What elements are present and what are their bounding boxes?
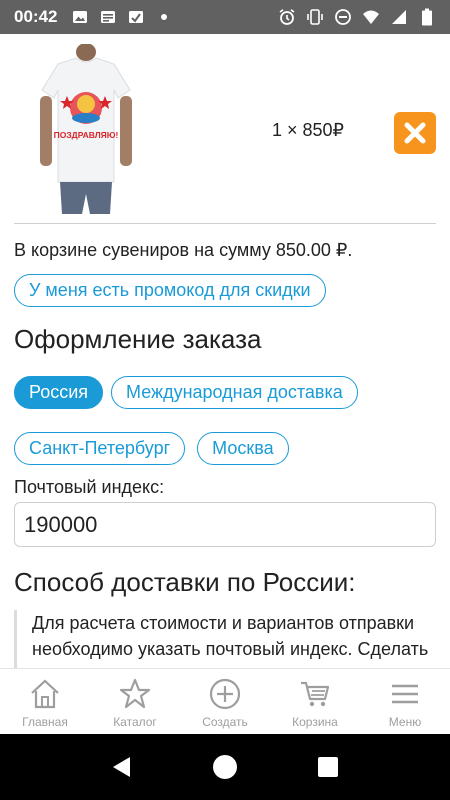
remove-item-button[interactable] [394, 112, 436, 154]
order-title: Оформление заказа [14, 324, 262, 354]
recents-square-icon [318, 757, 339, 777]
main-content[interactable]: ПОЗДРАВЛЯЮ! 1 × 850₽ В корзине сувениров… [0, 34, 450, 668]
checkbox-icon [127, 8, 145, 26]
dot-icon [155, 8, 173, 26]
signal-icon [390, 8, 408, 26]
android-nav-bar [0, 734, 450, 800]
cart-item: ПОЗДРАВЛЯЮ! 1 × 850₽ [14, 34, 436, 224]
postal-code-label: Почтовый индекс: [14, 477, 165, 497]
notification-icons [71, 8, 173, 26]
nav-cart-label: Корзина [292, 715, 338, 729]
nav-catalog-label: Каталог [113, 715, 157, 729]
star-icon [118, 677, 152, 711]
home-circle-icon [212, 755, 237, 779]
nav-home[interactable]: Главная [0, 669, 90, 734]
city-moscow-button[interactable]: Москва [197, 432, 289, 465]
dnd-icon [334, 8, 352, 26]
shirt-print-caption: ПОЗДРАВЛЯЮ! [54, 130, 119, 140]
wifi-icon [362, 8, 380, 26]
nav-cart[interactable]: Корзина [270, 669, 360, 734]
image-icon [71, 8, 89, 26]
recents-button[interactable] [308, 747, 348, 787]
status-bar: 00:42 [0, 0, 450, 34]
back-button[interactable] [102, 747, 142, 787]
nav-catalog[interactable]: Каталог [90, 669, 180, 734]
back-triangle-icon [112, 757, 130, 777]
nav-menu-label: Меню [388, 715, 422, 729]
plus-circle-icon [208, 677, 242, 711]
cart-icon [298, 677, 332, 711]
home-icon [28, 677, 62, 711]
vibrate-icon [306, 8, 324, 26]
nav-home-label: Главная [22, 715, 68, 729]
system-icons [278, 8, 436, 26]
close-icon [404, 122, 426, 144]
status-time: 00:42 [14, 7, 58, 26]
city-spb-button[interactable]: Санкт-Петербург [14, 432, 186, 465]
nav-create-label: Создать [202, 715, 248, 729]
nav-create[interactable]: Создать [180, 669, 270, 734]
country-selector: Россия Международная доставка [14, 376, 358, 409]
delivery-title: Способ доставки по России: [14, 567, 356, 597]
menu-icon [388, 677, 422, 711]
nav-menu[interactable]: Меню [360, 669, 450, 734]
cart-summary: В корзине сувениров на сумму 850.00 ₽. [14, 240, 353, 260]
news-icon [99, 8, 117, 26]
country-russia-button[interactable]: Россия [14, 376, 104, 409]
promo-code-button[interactable]: У меня есть промокод для скидки [14, 274, 326, 307]
qty-price: 1 × 850₽ [272, 120, 345, 140]
product-image[interactable]: ПОЗДРАВЛЯЮ! [36, 43, 136, 214]
bottom-nav: Главная Каталог Создать Корзина Меню [0, 668, 450, 734]
country-international-button[interactable]: Международная доставка [111, 376, 358, 409]
city-selector: Санкт-Петербург Москва [14, 432, 289, 465]
postal-code-input[interactable] [14, 502, 436, 547]
battery-icon [418, 8, 436, 26]
alarm-icon [278, 8, 296, 26]
home-button[interactable] [205, 747, 245, 787]
delivery-note: Для расчета стоимости и вариантов отправ… [14, 610, 436, 668]
